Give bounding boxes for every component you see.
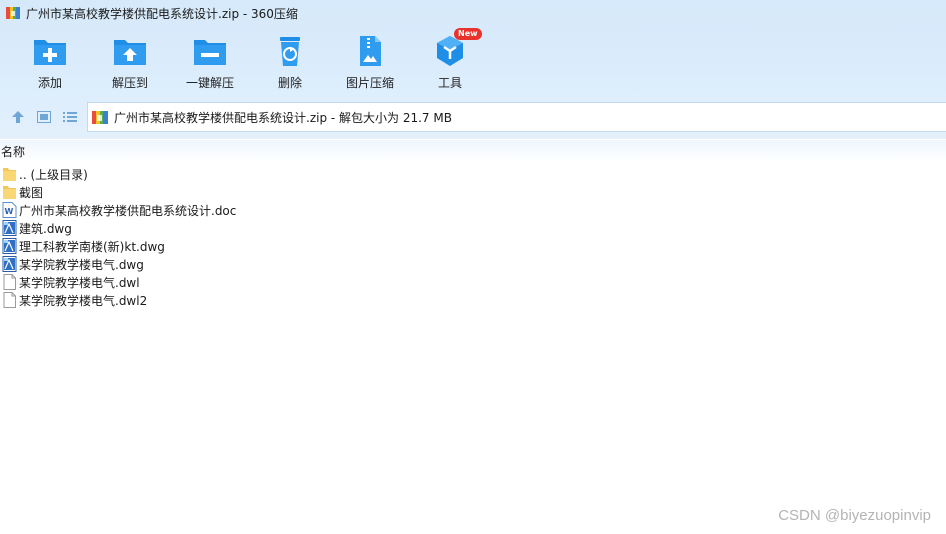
dwg-file-icon [2,256,17,272]
folder-icon [3,168,16,181]
image-compress-button[interactable]: 图片压缩 [325,30,415,92]
column-name-header[interactable]: 名称 [0,143,25,160]
thumbnail-view-icon [37,111,51,123]
list-item-file[interactable]: 某学院教学楼电气.dwg [0,255,946,273]
address-bar[interactable]: 广州市某高校教学楼供配电系统设计.zip - 解包大小为 21.7 MB [87,102,946,132]
dwg-file-icon [2,220,17,236]
window-title: 广州市某高校教学楼供配电系统设计.zip - 360压缩 [26,6,298,21]
extract-to-icon [114,40,146,65]
list-item-file[interactable]: 某学院教学楼电气.dwl [0,273,946,291]
watermark: CSDN @biyezuopinvip [778,507,931,524]
toolbar: 添加 解压到 一键解压 删除 图片压缩 New 工具 [0,28,946,94]
new-badge: New [454,28,482,40]
archive-file-icon [92,111,108,124]
add-icon [34,40,66,65]
word-document-icon: W [2,202,17,218]
list-item-folder[interactable]: 截图 [0,183,946,201]
extract-to-label: 解压到 [111,76,148,90]
top-panel: 广州市某高校教学楼供配电系统设计.zip - 360压缩 添加 解压到 一键解压… [0,0,946,139]
list-view-icon [63,112,77,122]
tools-label: 工具 [437,76,462,90]
image-compress-icon [360,36,381,66]
title-bar: 广州市某高校教学楼供配电系统设计.zip - 360压缩 [0,0,946,26]
folder-icon [3,186,16,199]
thumbnail-view-button[interactable] [31,104,57,130]
list-view-button[interactable] [57,104,83,130]
list-item-file[interactable]: W 广州市某高校教学楼供配电系统设计.doc [0,201,946,219]
file-list: .. (上级目录) 截图 W 广州市某高校教学楼供配电系统设计.doc 建筑.d… [0,165,946,309]
address-text: 广州市某高校教学楼供配电系统设计.zip - 解包大小为 21.7 MB [114,110,452,125]
one-click-extract-icon [194,40,226,65]
list-item-parent-directory[interactable]: .. (上级目录) [0,165,946,183]
file-name: 某学院教学楼电气.dwg [19,257,144,272]
delete-label: 删除 [277,76,302,90]
one-click-extract-label: 一键解压 [185,76,234,90]
tools-button[interactable]: New 工具 [405,28,495,92]
file-name: 某学院教学楼电气.dwl2 [19,293,148,308]
blank-file-icon [3,274,16,290]
blank-file-icon [3,292,16,308]
arrow-up-icon [12,111,24,123]
one-click-extract-button[interactable]: 一键解压 [165,30,255,92]
list-item-file[interactable]: 建筑.dwg [0,219,946,237]
file-name: 广州市某高校教学楼供配电系统设计.doc [19,203,237,218]
up-level-button[interactable] [5,104,31,130]
file-name: .. (上级目录) [19,167,88,182]
add-button[interactable]: 添加 [5,30,95,92]
delete-button[interactable]: 删除 [245,30,335,92]
file-name: 理工科教学南楼(新)kt.dwg [19,239,165,254]
list-item-file[interactable]: 某学院教学楼电气.dwl2 [0,291,946,309]
delete-icon [280,37,300,66]
image-compress-label: 图片压缩 [345,76,394,90]
navigation-bar: 广州市某高校教学楼供配电系统设计.zip - 解包大小为 21.7 MB [0,102,946,132]
column-header: 名称 [0,140,946,162]
file-name: 截图 [19,185,44,200]
extract-to-button[interactable]: 解压到 [85,30,175,92]
file-name: 建筑.dwg [19,221,72,236]
file-name: 某学院教学楼电气.dwl [19,275,140,290]
archive-app-icon [6,7,20,19]
list-item-file[interactable]: 理工科教学南楼(新)kt.dwg [0,237,946,255]
add-label: 添加 [37,76,62,90]
svg-text:W: W [5,207,14,216]
tools-icon-wrap: New [432,28,482,68]
dwg-file-icon [2,238,17,254]
